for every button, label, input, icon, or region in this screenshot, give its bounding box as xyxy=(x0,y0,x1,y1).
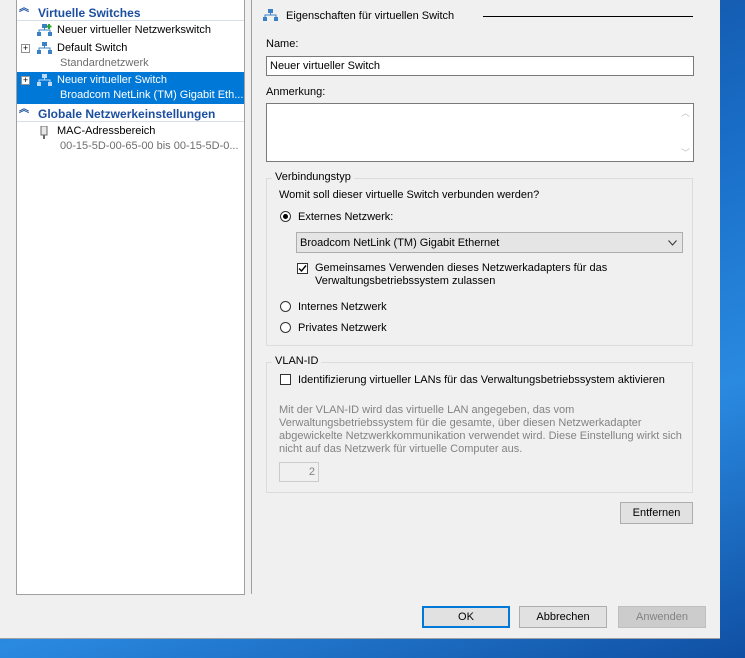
expand-icon[interactable]: + xyxy=(21,44,30,53)
name-field[interactable] xyxy=(266,56,694,76)
tree-item-sublabel: 00-15-5D-00-65-00 bis 00-15-5D-0... xyxy=(60,140,239,152)
network-switch-icon xyxy=(37,74,52,86)
network-adapter-icon xyxy=(40,126,48,139)
tree-item-label: Neuer virtueller Switch xyxy=(57,74,168,86)
checkmark-icon xyxy=(298,265,307,273)
collapse-chevron-icon[interactable]: ︽ xyxy=(19,105,29,118)
vlan-description-line1: Mit der VLAN-ID wird das virtuelle LAN a… xyxy=(279,404,575,416)
switch-tree[interactable]: ︽ Virtuelle Switches Neuer virtueller Ne… xyxy=(16,0,245,595)
name-label: Name: xyxy=(266,38,299,50)
private-network-radio[interactable] xyxy=(280,322,291,333)
remove-button[interactable]: Entfernen xyxy=(620,502,693,524)
section-global-network-settings[interactable]: ︽ Globale Netzwerkeinstellungen xyxy=(17,105,244,122)
add-switch-icon xyxy=(37,24,52,36)
ok-button[interactable]: OK xyxy=(422,606,510,628)
properties-group-title: Eigenschaften für virtuellen Switch xyxy=(286,10,455,22)
chevron-down-icon xyxy=(668,240,677,246)
connection-question: Womit soll dieser virtuelle Switch verbu… xyxy=(279,189,540,201)
apply-button[interactable]: Anwenden xyxy=(618,606,706,628)
share-adapter-label-line2[interactable]: Verwaltungsbetriebssystem zulassen xyxy=(315,275,495,287)
external-network-radio[interactable] xyxy=(280,211,291,222)
properties-panel: Eigenschaften für virtuellen Switch Name… xyxy=(251,0,720,594)
vlan-legend: VLAN-ID xyxy=(272,355,322,367)
section-global-label: Globale Netzwerkeinstellungen xyxy=(38,107,216,121)
collapse-chevron-icon[interactable]: ︽ xyxy=(19,4,29,17)
share-adapter-label-line1[interactable]: Gemeinsames Verwenden dieses Netzwerkada… xyxy=(315,262,607,274)
tree-item-sublabel: Standardnetzwerk xyxy=(60,57,149,69)
connection-type-legend: Verbindungstyp xyxy=(272,171,354,183)
network-adapter-value: Broadcom NetLink (TM) Gigabit Ethernet xyxy=(300,237,500,249)
tree-item-label: Neuer virtueller Netzwerkswitch xyxy=(57,24,212,36)
vlan-enable-checkbox[interactable] xyxy=(280,374,291,385)
scroll-up-icon[interactable]: ︿ xyxy=(681,106,690,119)
network-adapter-select[interactable]: Broadcom NetLink (TM) Gigabit Ethernet xyxy=(296,232,683,253)
notes-scrollbar[interactable]: ︿ ﹀ xyxy=(677,104,693,161)
network-switch-icon xyxy=(263,9,278,21)
expand-icon[interactable]: + xyxy=(21,76,30,85)
notes-field[interactable]: ︿ ﹀ xyxy=(266,103,694,162)
tree-item-label: Default Switch xyxy=(57,42,128,54)
vlan-id-value: 2 xyxy=(308,466,315,478)
scroll-down-icon[interactable]: ﹀ xyxy=(681,146,690,159)
tree-item-new-virtual-switch[interactable]: + Neuer virtueller Switch Broadcom NetLi… xyxy=(17,72,244,104)
tree-item-new-network-switch[interactable]: Neuer virtueller Netzwerkswitch xyxy=(17,21,244,40)
cancel-button[interactable]: Abbrechen xyxy=(519,606,607,628)
tree-item-label: MAC-Adressbereich xyxy=(57,125,156,137)
vlan-enable-label[interactable]: Identifizierung virtueller LANs für das … xyxy=(298,374,665,386)
section-virtual-switches[interactable]: ︽ Virtuelle Switches xyxy=(17,4,244,21)
internal-network-label[interactable]: Internes Netzwerk xyxy=(298,301,387,313)
external-network-label[interactable]: Externes Netzwerk: xyxy=(298,211,393,223)
tree-item-mac-address-range[interactable]: MAC-Adressbereich 00-15-5D-00-65-00 bis … xyxy=(17,123,244,154)
tree-item-default-switch[interactable]: + Default Switch Standardnetzwerk xyxy=(17,40,244,71)
share-adapter-checkbox[interactable] xyxy=(297,263,308,274)
group-divider xyxy=(483,16,693,17)
dialog-border xyxy=(0,638,720,639)
notes-label: Anmerkung: xyxy=(266,86,326,98)
vlan-description-line4: nicht auf das Netzwerk für virtuelle Com… xyxy=(279,443,523,455)
private-network-label[interactable]: Privates Netzwerk xyxy=(298,322,387,334)
network-switch-icon xyxy=(37,42,52,54)
vlan-description-line3: abgewickelte Netzwerkkommunikation verwe… xyxy=(279,430,682,442)
internal-network-radio[interactable] xyxy=(280,301,291,312)
tree-item-sublabel: Broadcom NetLink (TM) Gigabit Eth... xyxy=(60,89,244,101)
vlan-description-line2: Verwaltungsbetriebssystem für die gesamt… xyxy=(279,417,642,429)
virtual-switch-manager-dialog: ︽ Virtuelle Switches Neuer virtueller Ne… xyxy=(0,0,720,638)
vlan-id-field[interactable]: 2 xyxy=(279,462,319,482)
section-virtual-switches-label: Virtuelle Switches xyxy=(38,6,141,20)
